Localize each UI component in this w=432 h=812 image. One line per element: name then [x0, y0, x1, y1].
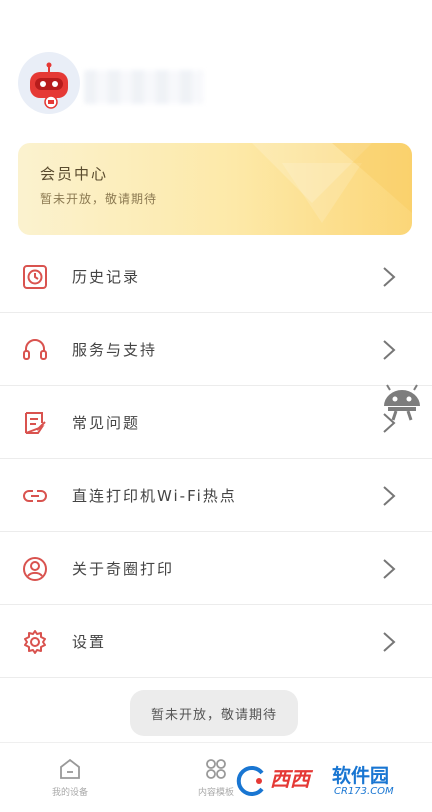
- menu-label: 常见问题: [72, 414, 141, 432]
- card-decoration-icon: [252, 143, 412, 223]
- watermark-swirl-icon: [236, 766, 264, 796]
- menu-item-about[interactable]: 关于奇圈打印: [0, 532, 432, 605]
- headset-icon: [23, 339, 47, 360]
- member-center-subtitle: 暂未开放，敬请期待: [40, 192, 158, 206]
- chevron-right-icon: [383, 267, 396, 287]
- menu-label: 服务与支持: [72, 341, 158, 359]
- clock-icon: [23, 265, 47, 289]
- menu-item-settings[interactable]: 设置: [0, 605, 432, 678]
- watermark-name: 软件园: [332, 765, 390, 787]
- profile-header: [0, 0, 432, 140]
- menu-label: 设置: [72, 633, 107, 651]
- android-robot-icon[interactable]: [378, 382, 426, 422]
- avatar[interactable]: [18, 52, 80, 114]
- robot-avatar-icon: [20, 54, 78, 112]
- watermark-url: CR173.COM: [334, 786, 394, 797]
- link-icon: [23, 490, 47, 502]
- menu-item-history[interactable]: 历史记录: [0, 240, 432, 313]
- tab-label: 我的设备: [51, 788, 88, 798]
- settings-menu: 历史记录 服务与支持 常见问题 直连打印机Wi-Fi热点 关于奇圈打印 设置: [0, 240, 432, 678]
- menu-item-faq[interactable]: 常见问题: [0, 386, 432, 459]
- templates-grid-icon: [206, 759, 226, 779]
- chevron-right-icon: [383, 559, 396, 579]
- chevron-right-icon: [383, 486, 396, 506]
- member-center-title: 会员中心: [40, 165, 109, 183]
- menu-label: 历史记录: [72, 268, 141, 286]
- home-icon: [60, 758, 80, 779]
- member-center-card[interactable]: 会员中心 暂未开放，敬请期待: [18, 143, 412, 235]
- toast-message: 暂未开放，敬请期待: [130, 690, 298, 736]
- watermark-brand: 西西: [270, 767, 310, 791]
- menu-item-service-support[interactable]: 服务与支持: [0, 313, 432, 386]
- gear-icon: [24, 630, 46, 654]
- chevron-right-icon: [383, 632, 396, 652]
- menu-label: 直连打印机Wi-Fi热点: [72, 487, 237, 505]
- watermark-logo: 西西 软件园 CR173.COM: [230, 755, 432, 807]
- user-name-blurred: [84, 70, 204, 104]
- menu-item-wifi-hotspot[interactable]: 直连打印机Wi-Fi热点: [0, 459, 432, 532]
- chevron-right-icon: [383, 340, 396, 360]
- faq-document-icon: [25, 412, 46, 434]
- user-circle-icon: [23, 557, 47, 581]
- tab-my-devices[interactable]: 我的设备: [30, 751, 110, 807]
- menu-label: 关于奇圈打印: [72, 560, 175, 578]
